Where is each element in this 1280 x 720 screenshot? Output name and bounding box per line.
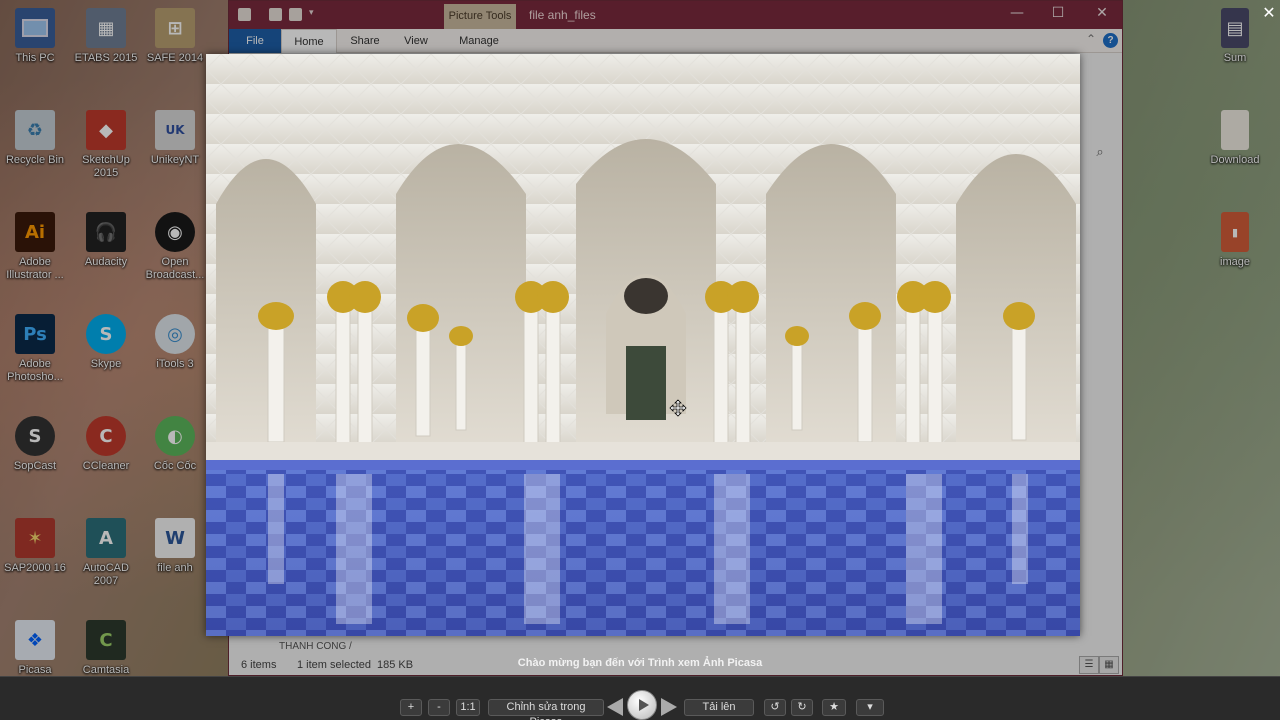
rotate-right-icon[interactable]: ↻: [791, 699, 813, 716]
desktop-icon-etabs[interactable]: ▦ ETABS 2015: [72, 8, 140, 65]
archive-icon: ▤: [1221, 8, 1249, 48]
close-viewer-icon[interactable]: ✕: [1259, 3, 1279, 23]
zip-folder-icon: ▮: [1221, 212, 1249, 252]
folder-icon: [1221, 110, 1249, 150]
computer-icon: [15, 8, 55, 48]
autocad-icon: A: [86, 518, 126, 558]
desktop-icon-sketchup[interactable]: ◆ SketchUp 2015: [72, 110, 140, 180]
actual-size-button[interactable]: 1:1: [456, 699, 480, 716]
desktop-icon-ccleaner[interactable]: C CCleaner: [72, 416, 140, 473]
selection-count: 1 item selected: [297, 659, 371, 671]
desktop-icon-this-pc[interactable]: This PC: [1, 8, 69, 65]
play-icon: [639, 699, 649, 711]
properties-icon[interactable]: [269, 8, 282, 21]
recycle-bin-icon: ♻: [15, 110, 55, 150]
desktop-icon-unikey[interactable]: UK UnikeyNT: [141, 110, 209, 167]
desktop-icon-sap2000[interactable]: ✶ SAP2000 16: [1, 518, 69, 575]
desktop-icon-coccoc[interactable]: ◐ Cốc Cốc: [141, 416, 209, 473]
viewer-welcome-caption: Chào mừng bạn đến với Trình xem Ảnh Pica…: [517, 657, 763, 669]
next-image-icon[interactable]: [661, 698, 677, 716]
new-folder-icon[interactable]: [289, 8, 302, 21]
desktop-icon-audacity[interactable]: 🎧 Audacity: [72, 212, 140, 269]
tab-manage[interactable]: Manage: [449, 29, 509, 53]
desktop-icon-file-anh[interactable]: W file anh: [141, 518, 209, 575]
desktop-icon-illustrator[interactable]: Ai Adobe Illustrator ...: [1, 212, 69, 282]
minimize-icon[interactable]: —: [1002, 5, 1032, 21]
more-options-icon[interactable]: ▾: [856, 699, 884, 716]
unikey-icon: UK: [155, 110, 195, 150]
camtasia-icon: C: [86, 620, 126, 660]
search-icon[interactable]: ⌕: [1087, 145, 1113, 165]
large-icons-view-icon[interactable]: ▦: [1099, 656, 1119, 674]
move-cursor-icon: [669, 399, 687, 417]
ribbon-tabs: File Home Share View Manage ⌃ ?: [229, 29, 1122, 53]
dropbox-icon: ❖: [15, 620, 55, 660]
ccleaner-icon: C: [86, 416, 126, 456]
desktop-icon-skype[interactable]: S Skype: [72, 314, 140, 371]
details-view-icon[interactable]: ☰: [1079, 656, 1099, 674]
audacity-icon: 🎧: [86, 212, 126, 252]
rotate-left-icon[interactable]: ↺: [764, 699, 786, 716]
itools-icon: ◎: [155, 314, 195, 354]
selection-size: 185 KB: [377, 659, 414, 671]
desktop-icon-sopcast[interactable]: S SopCast: [1, 416, 69, 473]
maximize-icon[interactable]: ☐: [1043, 5, 1073, 21]
desktop-icon-picasa[interactable]: ❖ Picasa: [1, 620, 69, 676]
sap2000-icon: ✶: [15, 518, 55, 558]
star-icon[interactable]: ★: [822, 699, 846, 716]
zoom-out-button[interactable]: -: [428, 699, 450, 716]
help-icon[interactable]: ?: [1103, 33, 1118, 48]
item-count: 6 items: [241, 659, 277, 671]
safe-icon: ⊞: [155, 8, 195, 48]
skype-icon: S: [86, 314, 126, 354]
tab-file[interactable]: File: [229, 29, 281, 53]
desktop-icon-autocad[interactable]: A AutoCAD 2007: [72, 518, 140, 588]
collapse-ribbon-icon[interactable]: ⌃: [1086, 32, 1096, 46]
desktop-icon-itools[interactable]: ◎ iTools 3: [141, 314, 209, 371]
sketchup-icon: ◆: [86, 110, 126, 150]
desktop-icon-camtasia[interactable]: C Camtasia: [72, 620, 140, 676]
photoshop-icon: Ps: [15, 314, 55, 354]
customize-toolbar-icon[interactable]: ▾: [309, 7, 314, 18]
explorer-titlebar[interactable]: ▾ Picture Tools file anh_files — ☐ ✕: [229, 1, 1122, 29]
desktop-icon-download[interactable]: Download: [1201, 110, 1269, 167]
quick-access-icon[interactable]: [238, 8, 251, 21]
tab-home[interactable]: Home: [281, 29, 337, 53]
etabs-icon: ▦: [86, 8, 126, 48]
previous-image-icon[interactable]: [607, 698, 623, 716]
desktop-icon-image[interactable]: ▮ image: [1201, 212, 1269, 269]
zoom-in-button[interactable]: +: [400, 699, 422, 716]
desktop-icon-photoshop[interactable]: Ps Adobe Photosho...: [1, 314, 69, 384]
picture-tools-tab[interactable]: Picture Tools: [444, 4, 516, 29]
coccoc-icon: ◐: [155, 416, 195, 456]
viewed-photo[interactable]: [206, 54, 1080, 636]
illustrator-icon: Ai: [15, 212, 55, 252]
tab-share[interactable]: Share: [339, 29, 391, 53]
desktop-icon-obs[interactable]: ◉ Open Broadcast...: [141, 212, 209, 282]
partial-folder-label: THANH CONG /: [279, 641, 352, 652]
edit-in-picasa-button[interactable]: Chỉnh sửa trong Picasa: [488, 699, 604, 720]
desktop-icon-recycle-bin[interactable]: ♻ Recycle Bin: [1, 110, 69, 167]
tab-view[interactable]: View: [391, 29, 441, 53]
word-document-icon: W: [155, 518, 195, 558]
mosque-arcade-image: [206, 54, 1080, 636]
desktop-icon-safe[interactable]: ⊞ SAFE 2014: [141, 8, 209, 65]
upload-button[interactable]: Tải lên: [684, 699, 754, 716]
sopcast-icon: S: [15, 416, 55, 456]
obs-icon: ◉: [155, 212, 195, 252]
close-icon[interactable]: ✕: [1087, 5, 1117, 21]
window-title: file anh_files: [529, 8, 596, 22]
